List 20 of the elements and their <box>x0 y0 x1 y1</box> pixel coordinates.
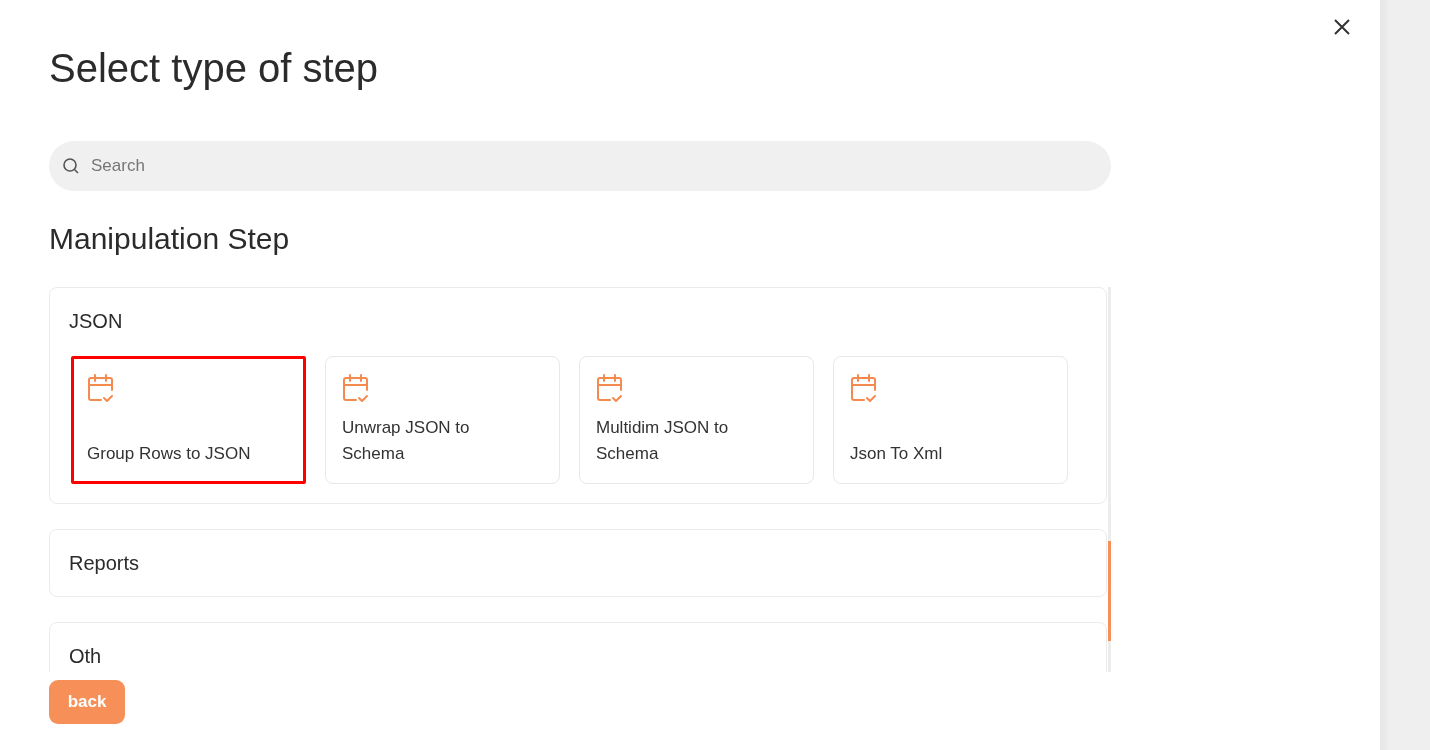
step-card[interactable]: Json To Xml <box>833 356 1068 484</box>
close-icon[interactable] <box>1332 17 1352 37</box>
group-panel[interactable]: JSON Group Rows to JSON Unwrap JSON to Schema Multidim JSON to Schema Json To Xml <box>49 287 1107 504</box>
calendar-check-icon <box>596 373 624 403</box>
group-title: JSON <box>69 309 123 334</box>
dialog-title: Select type of step <box>49 45 380 92</box>
group-title: Oth <box>69 644 102 669</box>
step-card[interactable]: Group Rows to JSON <box>71 356 306 484</box>
search-field[interactable]: Search <box>49 141 1111 191</box>
step-card[interactable]: Unwrap JSON to Schema <box>325 356 560 484</box>
calendar-check-icon <box>342 373 370 403</box>
step-card[interactable]: Multidim JSON to Schema <box>579 356 814 484</box>
search-icon <box>62 157 80 175</box>
group-panel[interactable]: Reports <box>49 529 1107 597</box>
group-title: Reports <box>69 551 140 576</box>
calendar-check-icon <box>850 373 878 403</box>
section-title: Manipulation Step <box>49 221 291 257</box>
search-input[interactable]: Search <box>89 155 1111 177</box>
scrollbar-thumb[interactable] <box>1108 541 1111 641</box>
calendar-check-icon <box>87 373 115 403</box>
